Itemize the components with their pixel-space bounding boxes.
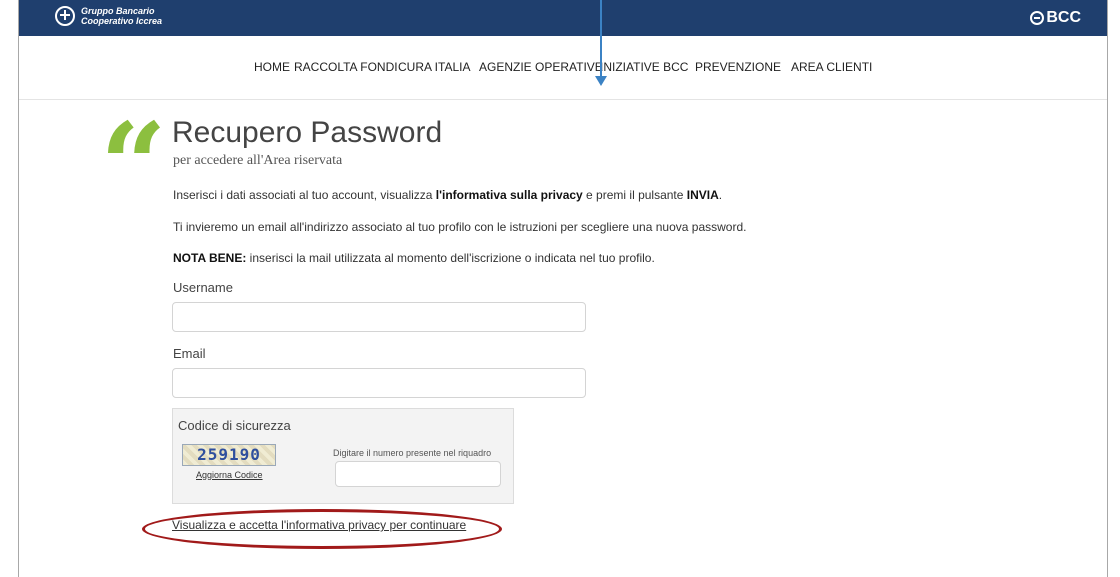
refresh-captcha-link[interactable]: Aggiorna Codice <box>196 470 263 480</box>
bcc-logo-text: BCC <box>1046 9 1081 26</box>
instructions-email: Ti invieremo un email all'indirizzo asso… <box>173 220 747 234</box>
nav-item-home[interactable]: HOME <box>254 60 290 74</box>
nav-item-prevenzione[interactable]: PREVENZIONE <box>695 60 781 74</box>
nav-item-cura-italia[interactable]: CURA ITALIA <box>398 60 470 74</box>
nav-item-area-clienti[interactable]: AREA CLIENTI <box>791 60 872 74</box>
bcc-logo-icon <box>1030 11 1045 25</box>
quote-icon: “ <box>100 98 167 234</box>
main-nav: HOME RACCOLTA FONDI CURA ITALIA AGENZIE … <box>19 36 1107 100</box>
nav-item-agenzie-operative[interactable]: AGENZIE OPERATIVE <box>479 60 603 74</box>
nav-item-iniziative-bcc[interactable]: INIZIATIVE BCC <box>600 60 688 74</box>
invia-emphasis: INVIA <box>686 188 719 202</box>
iccrea-logo[interactable]: Gruppo Bancario Cooperativo Iccrea <box>55 6 171 26</box>
iccrea-logo-text: Gruppo Bancario Cooperativo Iccrea <box>81 6 163 26</box>
captcha-hint: Digitare il numero presente nel riquadro <box>333 448 492 458</box>
instructions-intro: Inserisci i dati associati al tuo accoun… <box>173 188 723 202</box>
privacy-accept-link[interactable]: Visualizza e accetta l'informativa priva… <box>172 518 466 532</box>
page-title: Recupero Password <box>172 116 443 149</box>
annotation-arrow <box>600 0 602 78</box>
bcc-logo[interactable]: BCC <box>1030 9 1081 27</box>
email-input[interactable] <box>172 368 586 398</box>
captcha-title: Codice di sicurezza <box>178 418 291 433</box>
username-label: Username <box>173 280 233 295</box>
captcha-image: 259190 <box>182 444 276 466</box>
note-label: NOTA BENE: <box>173 251 247 265</box>
annotation-arrow-head-icon <box>595 76 607 86</box>
username-input[interactable] <box>172 302 586 332</box>
page-subtitle: per accedere all'Area riservata <box>173 153 343 168</box>
top-brand-bar: Gruppo Bancario Cooperativo Iccrea BCC <box>19 0 1107 36</box>
privacy-emphasis: l'informativa sulla privacy <box>435 188 583 202</box>
nav-item-raccolta-fondi[interactable]: RACCOLTA FONDI <box>294 60 398 74</box>
email-label: Email <box>173 346 206 361</box>
captcha-input[interactable] <box>335 461 501 487</box>
instructions-note: NOTA BENE: inserisci la mail utilizzata … <box>173 251 655 265</box>
iccrea-logo-icon <box>55 6 75 26</box>
